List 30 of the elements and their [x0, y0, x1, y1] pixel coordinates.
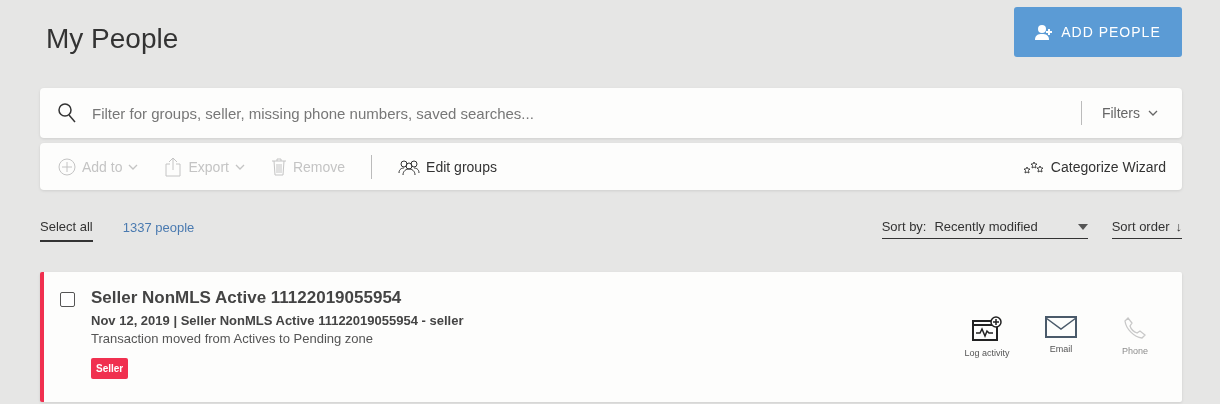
- person-note: Transaction moved from Actives to Pending zone: [91, 331, 375, 346]
- chevron-down-icon: [1148, 110, 1158, 116]
- person-subtitle: Nov 12, 2019 | Seller NonMLS Active 11122019055954 - seller: [91, 313, 465, 328]
- search-field[interactable]: Filter for groups, seller, missing phone numbers, saved searches... Filters: [40, 88, 1182, 138]
- person-checkbox[interactable]: [60, 292, 75, 307]
- people-icon: [398, 158, 421, 175]
- sort-order-button[interactable]: Sort order ↓: [1111, 215, 1182, 239]
- page-title: My People: [46, 23, 179, 55]
- sort-by-dropdown[interactable]: Sort by: Recently modified: [881, 215, 1088, 239]
- envelope-icon: [1045, 316, 1077, 338]
- person-name: Seller NonMLS Active 11122019055954: [91, 288, 403, 308]
- categorize-wizard-button[interactable]: Categorize Wizard: [1022, 158, 1166, 175]
- add-person-icon: [1035, 24, 1054, 40]
- people-count: 1337 people: [122, 219, 195, 235]
- groups-button[interactable]: Edit groups: [398, 158, 497, 175]
- activity-chart-plus-icon: [972, 316, 1002, 342]
- email-action-button[interactable]: Email: [1034, 316, 1088, 354]
- export-icon: [164, 156, 183, 177]
- chevron-down-icon: [128, 163, 139, 170]
- phone-icon: [1123, 316, 1147, 340]
- search-icon: [58, 103, 76, 123]
- select-all-button[interactable]: Select all: [40, 212, 93, 242]
- plus-circle-icon: [58, 157, 76, 176]
- trash-icon: [270, 157, 287, 176]
- filters-dropdown[interactable]: Filters: [1095, 105, 1158, 121]
- chevron-down-icon: [234, 163, 245, 170]
- log-action-button[interactable]: Log activity: [960, 316, 1014, 358]
- person-tag: Seller: [91, 358, 129, 379]
- stars-icon: [1022, 159, 1045, 174]
- caret-down-icon: [1077, 223, 1088, 230]
